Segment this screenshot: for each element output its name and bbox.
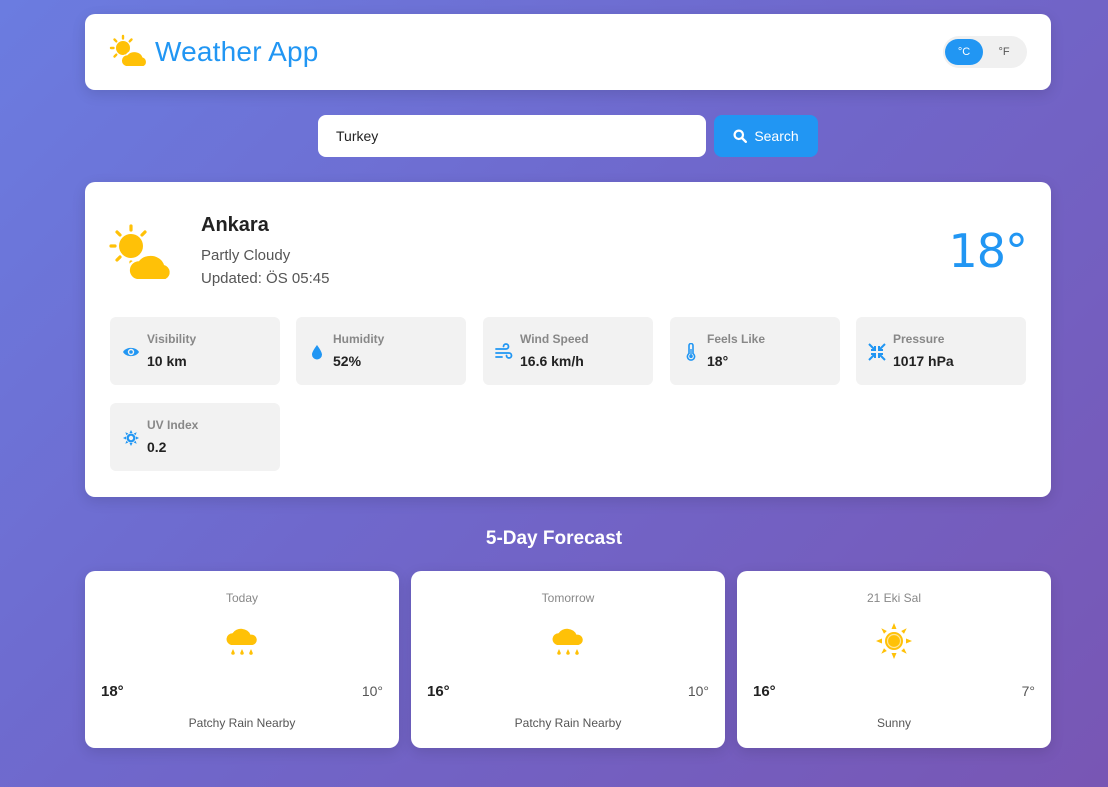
detail-humidity: Humidity 52%: [296, 317, 466, 385]
detail-label: UV Index: [147, 418, 199, 432]
wind-icon: [495, 343, 513, 359]
search-button[interactable]: Search: [714, 115, 818, 157]
forecast-card: Tomorrow 16° 10° Patchy Rain Nearby: [411, 571, 725, 748]
city-name: Ankara: [201, 214, 269, 236]
partly-cloudy-icon: [109, 224, 171, 280]
search-input[interactable]: [318, 115, 706, 157]
compress-icon: [868, 343, 886, 361]
detail-wind-speed: Wind Speed 16.6 km/h: [483, 317, 653, 385]
detail-value: 52%: [333, 353, 362, 369]
sun-icon: [876, 623, 912, 659]
detail-value: 16.6 km/h: [520, 353, 584, 369]
forecast-description: Patchy Rain Nearby: [188, 716, 296, 730]
detail-value: 18°: [707, 353, 729, 369]
app-title: Weather App: [155, 36, 319, 67]
detail-uv-index: UV Index 0.2: [110, 403, 280, 471]
detail-label: Wind Speed: [520, 332, 589, 346]
forecast-high: 16°: [753, 683, 776, 700]
search-icon: [733, 129, 748, 143]
sun-gear-icon: [123, 430, 139, 446]
detail-label: Visibility: [147, 332, 197, 346]
detail-value: 0.2: [147, 439, 167, 455]
forecast-day: 21 Eki Sal: [866, 591, 922, 605]
detail-label: Humidity: [333, 332, 385, 346]
detail-value: 10 km: [147, 353, 187, 369]
search-button-label: Search: [754, 128, 799, 144]
forecast-low: 10°: [687, 683, 709, 699]
forecast-low: 7°: [1021, 683, 1035, 699]
forecast-high: 18°: [101, 683, 124, 700]
forecast-description: Sunny: [876, 716, 912, 730]
forecast-day: Today: [225, 591, 259, 605]
eye-icon: [123, 347, 139, 357]
forecast-title: 5-Day Forecast: [485, 528, 623, 549]
forecast-description: Patchy Rain Nearby: [514, 716, 622, 730]
forecast-day: Tomorrow: [541, 591, 595, 605]
current-temperature: 18°: [948, 224, 1028, 278]
partly-cloudy-icon: [109, 34, 147, 66]
unit-toggle[interactable]: °C °F: [943, 36, 1027, 68]
thermometer-icon: [686, 343, 696, 361]
celsius-button[interactable]: °C: [945, 39, 983, 65]
forecast-low: 10°: [361, 683, 383, 699]
detail-pressure: Pressure 1017 hPa: [856, 317, 1026, 385]
forecast-card: 21 Eki Sal 16° 7° Sunny: [737, 571, 1051, 748]
forecast-high: 16°: [427, 683, 450, 700]
detail-label: Feels Like: [707, 332, 766, 346]
current-weather-card: Ankara Partly Cloudy Updated: ÖS 05:45 1…: [85, 182, 1051, 497]
detail-visibility: Visibility 10 km: [110, 317, 280, 385]
detail-feels-like: Feels Like 18°: [670, 317, 840, 385]
detail-label: Pressure: [893, 332, 945, 346]
fahrenheit-button[interactable]: °F: [985, 39, 1023, 65]
detail-value: 1017 hPa: [893, 353, 954, 369]
forecast-card: Today 18° 10° Patchy Rain Nearby: [85, 571, 399, 748]
droplet-icon: [312, 345, 322, 360]
rain-cloud-icon: [552, 628, 583, 655]
updated-time: Updated: ÖS 05:45: [201, 270, 330, 287]
weather-condition: Partly Cloudy: [201, 247, 291, 264]
rain-cloud-icon: [226, 628, 257, 655]
header: Weather App °C °F: [85, 14, 1051, 90]
